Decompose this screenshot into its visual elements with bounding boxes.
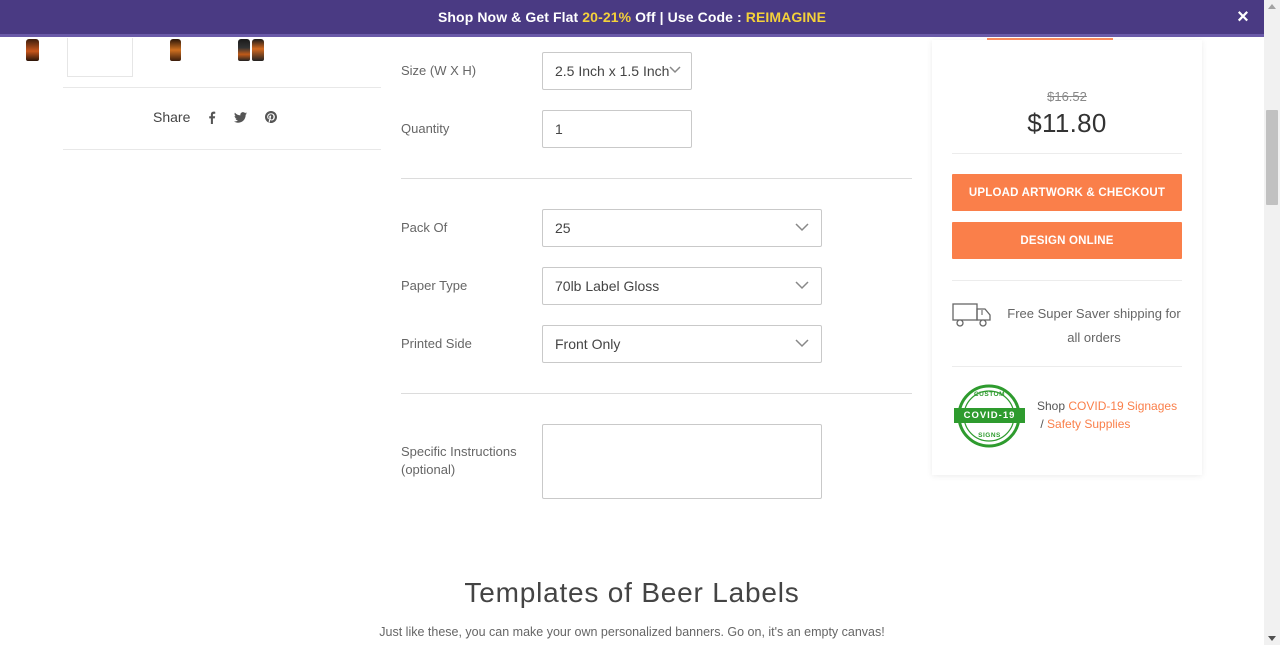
templates-subtitle: Just like these, you can make your own p… xyxy=(379,625,885,639)
instructions-label: Specific Instructions xyxy=(401,444,517,459)
quantity-input[interactable]: 1 xyxy=(542,110,692,148)
printed-side-value: Front Only xyxy=(555,336,621,352)
upload-artwork-checkout-button[interactable]: UPLOAD ARTWORK & CHECKOUT xyxy=(952,174,1182,211)
card-top-accent xyxy=(987,38,1113,40)
pack-value: 25 xyxy=(555,220,571,236)
printed-side-label: Printed Side xyxy=(401,336,472,351)
share-row: Share xyxy=(153,109,278,125)
paper-type-value: 70lb Label Gloss xyxy=(555,278,660,294)
beer-bottle-thumbnail-4[interactable] xyxy=(252,39,264,61)
design-online-button[interactable]: DESIGN ONLINE xyxy=(952,222,1182,259)
shipping-text: Free Super Saver shipping for all orders xyxy=(1007,306,1181,345)
thumbnail-1[interactable] xyxy=(67,38,133,77)
paper-type-label: Paper Type xyxy=(401,278,468,293)
badge-bottom-text: SIGNS xyxy=(978,432,1001,439)
promo-prefix: Shop Now & Get Flat xyxy=(437,9,583,25)
chevron-down-icon xyxy=(795,281,809,290)
card-divider-1 xyxy=(952,153,1182,154)
card-divider-3 xyxy=(952,366,1182,367)
close-icon[interactable]: × xyxy=(1232,6,1254,28)
covid-signages-link[interactable]: COVID-19 Signages xyxy=(1068,399,1177,413)
share-label: Share xyxy=(153,109,191,125)
form-divider-2 xyxy=(401,393,912,394)
truck-icon xyxy=(952,303,991,327)
covid-shop-text: Shop COVID-19 Signages / Safety Supplies xyxy=(1037,397,1187,433)
pinterest-icon[interactable] xyxy=(265,111,278,123)
scroll-up-arrow-icon[interactable] xyxy=(1268,4,1276,9)
beer-bottle-thumbnail-3[interactable] xyxy=(238,39,250,61)
printed-side-select[interactable]: Front Only xyxy=(542,325,822,363)
promo-banner: Shop Now & Get Flat 20-21% Off | Use Cod… xyxy=(0,0,1264,37)
quantity-label: Quantity xyxy=(401,121,450,136)
form-divider-1 xyxy=(401,178,912,179)
paper-type-select[interactable]: 70lb Label Gloss xyxy=(542,267,822,305)
size-select[interactable]: 2.5 Inch x 1.5 Inch xyxy=(542,52,692,90)
instructions-textarea[interactable] xyxy=(542,424,822,499)
scroll-down-arrow-icon[interactable] xyxy=(1268,636,1276,641)
size-value: 2.5 Inch x 1.5 Inch xyxy=(555,63,670,79)
promo-discount: 20-21% xyxy=(582,9,632,25)
page-scrollbar[interactable] xyxy=(1264,0,1280,645)
chevron-down-icon xyxy=(795,223,809,232)
safety-supplies-link[interactable]: Safety Supplies xyxy=(1047,417,1130,431)
templates-title: Templates of Beer Labels xyxy=(464,577,800,608)
covid-separator: / xyxy=(1037,417,1048,431)
covid-shop-prefix: Shop xyxy=(1037,399,1069,413)
facebook-icon[interactable] xyxy=(208,111,216,124)
pack-select[interactable]: 25 xyxy=(542,209,822,247)
promo-middle: Off | Use Code : xyxy=(631,9,746,25)
new-price: $11.80 xyxy=(1027,108,1107,138)
chevron-down-icon xyxy=(669,66,681,74)
chevron-down-icon xyxy=(795,339,809,348)
left-divider-bottom xyxy=(63,149,381,150)
size-label: Size (W X H) xyxy=(401,63,477,78)
badge-top-text: CUSTOM xyxy=(973,391,1006,398)
old-price: $16.52 xyxy=(1047,89,1087,104)
beer-bottle-thumbnail-1[interactable] xyxy=(26,39,39,61)
beer-bottle-thumbnail-2[interactable] xyxy=(170,39,181,61)
instructions-optional-label: (optional) xyxy=(401,462,456,477)
card-divider-2 xyxy=(952,280,1182,281)
pack-label: Pack Of xyxy=(401,220,448,235)
covid-badge[interactable]: CUSTOM COVID-19 SIGNS xyxy=(952,384,1027,453)
left-divider xyxy=(63,87,381,88)
promo-code: REIMAGINE xyxy=(745,9,827,25)
quantity-value: 1 xyxy=(555,121,563,137)
twitter-icon[interactable] xyxy=(234,111,248,123)
scrollbar-thumb[interactable] xyxy=(1266,110,1278,205)
badge-middle-text: COVID-19 xyxy=(963,410,1016,421)
